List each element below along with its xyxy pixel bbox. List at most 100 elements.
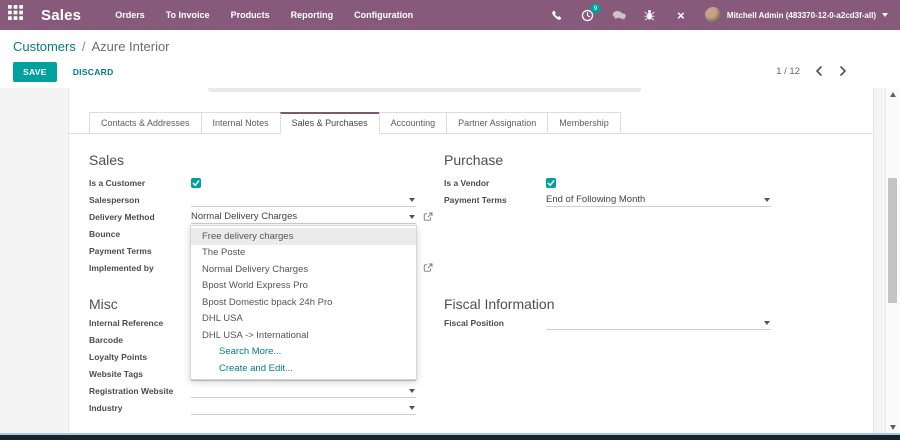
dropdown-option[interactable]: Bpost Domestic bpack 24h Pro [191,294,416,311]
right-column: Purchase Is a Vendor Payment Terms End o… [444,146,791,416]
industry-select[interactable] [191,401,416,415]
field-label: Payment Terms [89,245,152,256]
dropdown-option[interactable]: The Poste [191,245,416,262]
field-label: Is a Customer [89,177,146,188]
field-row-industry: Industry [89,399,436,416]
activity-count-badge: 9 [589,4,601,13]
menu-to-invoice[interactable]: To Invoice [166,10,210,20]
notebook-tabs: Contacts & Addresses Internal Notes Sale… [69,112,873,134]
field-label: Is a Vendor [444,177,490,188]
systray: 9 × Mitchell Admin (483370-12-0-a2cd3f-a… [550,4,900,23]
sales-group-title: Sales [89,152,125,168]
dropdown-option[interactable]: DHL USA -> International [191,327,416,344]
form-buttons: SAVE DISCARD [13,62,114,82]
tab-partner-assignation[interactable]: Partner Assignation [446,112,549,134]
field-row-is-a-vendor: Is a Vendor [444,174,791,191]
top-navbar: Sales Orders To Invoice Products Reporti… [0,0,900,30]
is-a-vendor-checkbox[interactable] [546,177,556,188]
activities-clock-icon[interactable]: 9 [581,4,601,22]
field-label: Payment Terms [444,194,507,205]
app-brand-title[interactable]: Sales [41,7,81,24]
menu-products[interactable]: Products [231,10,270,20]
field-label: Bounce [89,228,121,239]
salesperson-select[interactable] [191,193,416,207]
field-label: Salesperson [89,194,140,205]
registration-website-select[interactable] [191,384,416,398]
payment-terms-purchase-select[interactable]: End of Following Month [546,193,771,207]
field-row-delivery-method: Delivery Method Normal Delivery Charges [89,208,436,225]
field-label: Loyalty Points [89,351,148,362]
vertical-scrollbar[interactable] [885,88,900,433]
user-avatar [704,7,721,23]
purchase-group-title: Purchase [444,152,504,168]
tab-accounting[interactable]: Accounting [378,112,448,134]
field-row-salesperson: Salesperson [89,191,436,208]
odoo-sales-app-window: Sales Orders To Invoice Products Reporti… [0,0,900,440]
field-label: Registration Website [89,385,174,396]
tab-membership[interactable]: Membership [547,112,621,134]
dropdown-option[interactable]: Free delivery charges [191,228,416,245]
menu-reporting[interactable]: Reporting [291,10,334,20]
pager-next-icon[interactable] [838,65,848,77]
fiscal-information-group-title: Fiscal Information [444,296,555,312]
field-label: Barcode [89,334,124,345]
close-icon[interactable]: × [674,8,688,22]
dropdown-option[interactable]: DHL USA [191,311,416,328]
scroll-down-icon[interactable] [886,421,900,433]
delivery-method-external-link-icon[interactable] [423,212,433,222]
field-label: Delivery Method [89,211,155,222]
form-view-content: Contacts & Addresses Internal Notes Sale… [0,88,900,433]
scrollbar-thumb[interactable] [888,178,897,303]
dropdown-create-edit-link[interactable]: Create and Edit... [191,360,416,377]
chevron-down-icon [882,13,888,17]
control-panel: Customers / Azure Interior SAVE DISCARD … [0,30,900,89]
field-label: Industry [89,402,123,413]
delivery-method-dropdown: Free delivery charges The Poste Normal D… [190,225,417,380]
menu-configuration[interactable]: Configuration [354,10,413,20]
is-a-customer-checkbox[interactable] [191,177,201,188]
breadcrumb-current-record: Azure Interior [91,39,170,54]
dropdown-search-more-link[interactable]: Search More... [191,344,416,361]
dropdown-caret-icon [409,405,415,410]
tab-internal-notes[interactable]: Internal Notes [200,112,281,134]
save-button[interactable]: SAVE [13,62,57,82]
dropdown-caret-icon [764,197,770,202]
breadcrumb-separator: / [81,39,86,54]
dropdown-caret-icon [409,214,415,219]
field-label: Internal Reference [89,317,164,328]
delivery-method-select[interactable]: Normal Delivery Charges [191,210,416,224]
field-label: Implemented by [89,262,154,273]
form-sheet: Contacts & Addresses Internal Notes Sale… [68,88,874,433]
main-menu: Orders To Invoice Products Reporting Con… [115,10,413,20]
apps-grid-icon [7,5,23,25]
messages-icon[interactable] [612,8,626,22]
menu-orders[interactable]: Orders [115,10,145,20]
pager-count: 1 / 12 [776,65,800,77]
user-menu[interactable]: Mitchell Admin (483370-12-0-a2cd3f-all) [704,7,888,23]
breadcrumb: Customers / Azure Interior [13,39,170,54]
dropdown-caret-icon [409,197,415,202]
fiscal-position-select[interactable] [546,316,771,330]
breadcrumb-customers-link[interactable]: Customers [13,39,76,54]
dropdown-option[interactable]: Bpost World Express Pro [191,278,416,295]
scroll-up-icon[interactable] [886,88,900,100]
dropdown-caret-icon [409,388,415,393]
tab-sales-purchases[interactable]: Sales & Purchases [279,112,380,134]
field-label: Website Tags [89,368,144,379]
implemented-by-external-link-icon[interactable] [423,263,433,273]
dropdown-option[interactable]: Normal Delivery Charges [191,261,416,278]
field-row-registration-website: Registration Website [89,382,436,399]
field-row-is-a-customer: Is a Customer [89,174,436,191]
tab-contacts-addresses[interactable]: Contacts & Addresses [89,112,202,134]
scrolled-content-edge [208,88,641,92]
discard-button[interactable]: DISCARD [73,67,114,77]
pager-previous-icon[interactable] [814,65,824,77]
bottom-taskbar-edge [0,433,900,440]
phone-icon[interactable] [550,8,564,22]
field-row-fiscal-position: Fiscal Position [444,314,791,331]
field-label: Fiscal Position [444,317,504,328]
record-pager: 1 / 12 [776,62,848,80]
bug-icon[interactable] [643,8,657,22]
dropdown-caret-icon [764,320,770,325]
apps-menu-button[interactable] [0,0,30,30]
